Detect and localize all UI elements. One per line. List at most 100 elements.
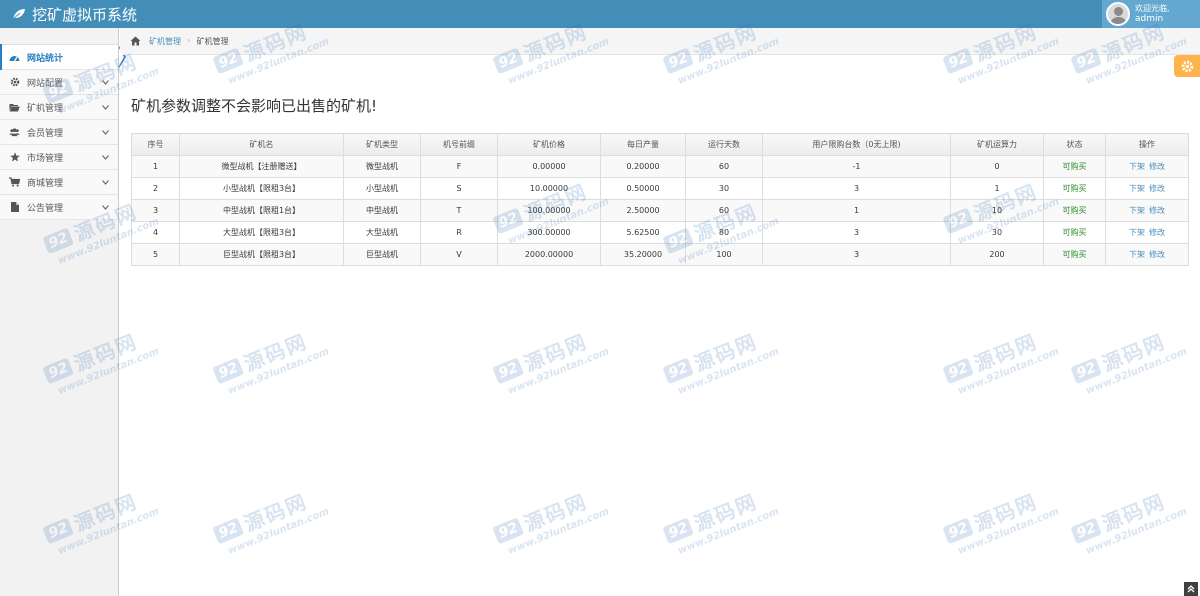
cell-prefix: T bbox=[420, 199, 498, 222]
brand[interactable]: 挖矿虚拟币系统 bbox=[0, 0, 137, 28]
edit-link[interactable]: 修改 bbox=[1149, 206, 1165, 215]
off-shelf-link[interactable]: 下架 bbox=[1129, 184, 1145, 193]
cart-icon bbox=[9, 177, 20, 188]
cell-actions: 下架 修改 bbox=[1105, 177, 1189, 200]
page-title: 矿机参数调整不会影响已出售的矿机! bbox=[131, 97, 378, 115]
sidebar-item-site-stats[interactable]: 网站统计 bbox=[0, 44, 126, 70]
off-shelf-link[interactable]: 下架 bbox=[1129, 228, 1145, 237]
cell-name: 小型战机【限租3台】 bbox=[179, 177, 344, 200]
edit-link[interactable]: 修改 bbox=[1149, 250, 1165, 259]
edit-link[interactable]: 修改 bbox=[1149, 184, 1165, 193]
watermark: 92源码网www.92luntan.com bbox=[1068, 313, 1200, 399]
chevron-down-icon bbox=[102, 128, 109, 138]
cell-limit: 3 bbox=[762, 243, 951, 266]
cell-actions: 下架 修改 bbox=[1105, 243, 1189, 266]
edit-link[interactable]: 修改 bbox=[1149, 228, 1165, 237]
off-shelf-link[interactable]: 下架 bbox=[1129, 206, 1145, 215]
user-menu[interactable]: 欢迎光临, admin bbox=[1102, 0, 1200, 28]
cell-days: 60 bbox=[685, 155, 763, 178]
column-header: 状态 bbox=[1043, 133, 1106, 156]
cell-power: 30 bbox=[950, 221, 1044, 244]
cell-power: 200 bbox=[950, 243, 1044, 266]
sidebar-item-label: 网站统计 bbox=[27, 53, 64, 64]
status-badge: 可购买 bbox=[1043, 199, 1106, 222]
table-row: 3 中型战机【限租1台】 中型战机 T 100.00000 2.50000 60… bbox=[131, 199, 1189, 222]
dashboard-icon bbox=[9, 52, 20, 63]
cell-days: 80 bbox=[685, 221, 763, 244]
app-title: 挖矿虚拟币系统 bbox=[32, 5, 138, 24]
breadcrumb-current: 矿机管理 bbox=[196, 36, 229, 46]
cell-type: 大型战机 bbox=[343, 221, 421, 244]
cell-type: 中型战机 bbox=[343, 199, 421, 222]
chevron-down-icon bbox=[102, 178, 109, 188]
off-shelf-link[interactable]: 下架 bbox=[1129, 250, 1145, 259]
cell-daily: 2.50000 bbox=[600, 199, 686, 222]
sidebar-item-member-manage[interactable]: 会员管理 bbox=[0, 120, 118, 145]
chevron-down-icon bbox=[102, 103, 109, 113]
off-shelf-link[interactable]: 下架 bbox=[1129, 162, 1145, 171]
sidebar-item-market-manage[interactable]: 市场管理 bbox=[0, 145, 118, 170]
column-header: 机号前缀 bbox=[420, 133, 498, 156]
cell-power: 1 bbox=[950, 177, 1044, 200]
cell-id: 1 bbox=[131, 155, 180, 178]
column-header: 操作 bbox=[1105, 133, 1189, 156]
breadcrumb-separator: › bbox=[187, 36, 191, 46]
sidebar: 网站统计 网站配置 矿机管理 会员管理 市场管理 商城管理 公告管理 bbox=[0, 28, 126, 596]
cell-name: 大型战机【限租3台】 bbox=[179, 221, 344, 244]
cell-actions: 下架 修改 bbox=[1105, 155, 1189, 178]
cell-limit: 1 bbox=[762, 199, 951, 222]
edit-link[interactable]: 修改 bbox=[1149, 162, 1165, 171]
cell-actions: 下架 修改 bbox=[1105, 199, 1189, 222]
cell-prefix: S bbox=[420, 177, 498, 200]
user-name: admin bbox=[1135, 14, 1164, 24]
watermark: 92源码网www.92luntan.com bbox=[210, 313, 346, 399]
users-icon bbox=[9, 127, 20, 138]
sidebar-item-label: 市场管理 bbox=[27, 153, 64, 164]
cell-id: 3 bbox=[131, 199, 180, 222]
miner-table-wrapper: 序号 矿机名 矿机类型 机号前缀 矿机价格 每日产量 运行天数 用户限购台数（0… bbox=[131, 133, 1189, 266]
cell-days: 30 bbox=[685, 177, 763, 200]
ace-settings-button[interactable] bbox=[1174, 55, 1200, 77]
column-header: 序号 bbox=[131, 133, 180, 156]
miner-table: 序号 矿机名 矿机类型 机号前缀 矿机价格 每日产量 运行天数 用户限购台数（0… bbox=[131, 133, 1189, 266]
column-header: 矿机运算力 bbox=[950, 133, 1044, 156]
table-header-row: 序号 矿机名 矿机类型 机号前缀 矿机价格 每日产量 运行天数 用户限购台数（0… bbox=[131, 133, 1189, 156]
sidebar-item-mall-manage[interactable]: 商城管理 bbox=[0, 170, 118, 195]
cell-type: 小型战机 bbox=[343, 177, 421, 200]
status-badge: 可购买 bbox=[1043, 221, 1106, 244]
cell-limit: -1 bbox=[762, 155, 951, 178]
breadcrumb: 矿机管理 › 矿机管理 bbox=[120, 28, 1200, 55]
column-header: 矿机价格 bbox=[497, 133, 601, 156]
cell-price: 300.00000 bbox=[497, 221, 601, 244]
watermark: 92源码网www.92luntan.com bbox=[490, 473, 626, 559]
cell-daily: 0.20000 bbox=[600, 155, 686, 178]
sidebar-shortcuts bbox=[0, 28, 118, 45]
sidebar-item-label: 矿机管理 bbox=[27, 103, 64, 114]
avatar[interactable] bbox=[1106, 2, 1130, 26]
cell-type: 微型战机 bbox=[343, 155, 421, 178]
column-header: 用户限购台数（0无上限) bbox=[762, 133, 951, 156]
top-navbar: 挖矿虚拟币系统 欢迎光临, admin bbox=[0, 0, 1200, 28]
back-to-top-button[interactable] bbox=[1184, 582, 1198, 596]
watermark: 92源码网www.92luntan.com bbox=[210, 473, 346, 559]
sidebar-item-miner-manage[interactable]: 矿机管理 bbox=[0, 95, 118, 120]
sidebar-item-label: 公告管理 bbox=[27, 203, 64, 214]
double-chevron-up-icon bbox=[1187, 585, 1195, 593]
chevron-down-icon bbox=[102, 78, 109, 88]
column-header: 每日产量 bbox=[600, 133, 686, 156]
column-header: 运行天数 bbox=[685, 133, 763, 156]
cell-actions: 下架 修改 bbox=[1105, 221, 1189, 244]
cell-daily: 5.62500 bbox=[600, 221, 686, 244]
sidebar-item-notice-manage[interactable]: 公告管理 bbox=[0, 195, 118, 220]
home-icon[interactable] bbox=[130, 36, 141, 46]
table-row: 2 小型战机【限租3台】 小型战机 S 10.00000 0.50000 30 … bbox=[131, 177, 1189, 200]
breadcrumb-link-parent[interactable]: 矿机管理 bbox=[149, 36, 181, 47]
column-header: 矿机名 bbox=[179, 133, 344, 156]
cell-limit: 3 bbox=[762, 177, 951, 200]
sidebar-item-site-config[interactable]: 网站配置 bbox=[0, 70, 118, 95]
watermark: 92源码网www.92luntan.com bbox=[490, 313, 626, 399]
watermark: 92源码网www.92luntan.com bbox=[660, 473, 796, 559]
cell-id: 2 bbox=[131, 177, 180, 200]
cell-power: 0 bbox=[950, 155, 1044, 178]
cell-price: 100.00000 bbox=[497, 199, 601, 222]
